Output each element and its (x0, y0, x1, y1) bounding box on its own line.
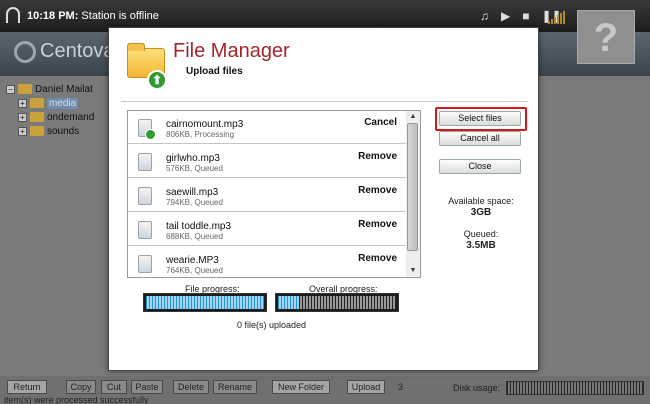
remove-file-button[interactable]: Remove (358, 219, 397, 230)
logo-text: Centova (40, 40, 115, 62)
disk-usage-bar (506, 381, 644, 395)
collapse-icon[interactable]: − (6, 84, 15, 94)
station-status: 10:18 PM: Station is offline (27, 10, 159, 22)
cancel-file-button[interactable]: Cancel (364, 117, 397, 128)
folder-icon (30, 112, 44, 122)
status-message: item(s) were processed successfully (4, 395, 149, 404)
overall-progress-fill (278, 296, 300, 309)
paste-button[interactable]: Paste (131, 380, 163, 394)
file-meta: 764KB, Queued (166, 266, 223, 275)
folder-icon (18, 84, 32, 94)
new-folder-button[interactable]: New Folder (272, 380, 330, 394)
file-icon (138, 153, 152, 171)
music-note-icon[interactable]: ♫ (480, 9, 489, 23)
file-manager-dialog: ⬆ File Manager Upload files cairnomount.… (108, 27, 539, 371)
available-space-amount: 3GB (470, 207, 492, 218)
expand-icon[interactable]: + (18, 98, 27, 108)
dialog-subtitle: Upload files (186, 66, 243, 77)
tree-item-sounds[interactable]: + sounds (6, 124, 94, 138)
disk-usage-label: Disk usage: (453, 383, 501, 393)
tree-root[interactable]: − Daniel Mailat (6, 82, 94, 96)
overall-progress-bar (275, 293, 399, 312)
file-name: wearie.MP3 (166, 255, 219, 266)
expand-icon[interactable]: + (18, 126, 27, 136)
rename-button[interactable]: Rename (213, 380, 257, 394)
folder-icon (30, 98, 44, 108)
list-item: saewill.mp3 794KB, Queued Remove (128, 179, 407, 212)
app-logo: Centova (14, 40, 115, 63)
close-button[interactable]: Close (439, 159, 521, 174)
queued-label: Queued: (463, 229, 499, 239)
queued-value: 3.5MB (429, 240, 533, 251)
file-tree: − Daniel Mailat + media + ondemand + sou… (6, 82, 94, 138)
upload-arrow-icon: ⬆ (147, 70, 167, 90)
file-name: cairnomount.mp3 (166, 119, 244, 130)
overall-progress-remaining (299, 296, 396, 309)
file-icon (138, 255, 152, 273)
help-icon[interactable]: ? (577, 10, 635, 64)
file-progress-fill (146, 296, 264, 309)
list-item: wearie.MP3 764KB, Queued Remove (128, 247, 407, 277)
list-item: girlwho.mp3 576KB, Queued Remove (128, 145, 407, 178)
file-meta: 688KB, Queued (166, 232, 223, 241)
header-divider (121, 101, 528, 102)
dialog-title: File Manager (173, 40, 290, 62)
uploaded-count: 0 file(s) uploaded (237, 320, 307, 330)
file-meta: 794KB, Queued (166, 198, 223, 207)
file-icon (138, 221, 152, 239)
play-icon[interactable]: ▶ (501, 9, 510, 23)
folder-icon (30, 126, 44, 136)
station-status-text: Station is offline (81, 10, 159, 22)
file-meta: 806KB, Processing (166, 130, 235, 139)
clock-time: 10:18 PM: (27, 10, 79, 22)
file-name: saewill.mp3 (166, 187, 219, 198)
scroll-down-icon[interactable]: ▼ (406, 265, 420, 277)
file-name: girlwho.mp3 (166, 153, 220, 164)
copy-button[interactable]: Copy (66, 380, 96, 394)
headphones-icon (6, 7, 20, 23)
tree-item-media[interactable]: + media (6, 96, 94, 110)
available-space-label: Available space: (448, 196, 514, 206)
remove-file-button[interactable]: Remove (358, 185, 397, 196)
list-scrollbar[interactable]: ▲ ▼ (406, 110, 421, 278)
list-item: tail toddle.mp3 688KB, Queued Remove (128, 213, 407, 246)
available-space-value: 3GB (429, 207, 533, 218)
scroll-up-icon[interactable]: ▲ (406, 111, 420, 123)
file-icon (138, 187, 152, 205)
cancel-all-button[interactable]: Cancel all (439, 131, 521, 146)
cut-button[interactable]: Cut (101, 380, 127, 394)
list-item: cairnomount.mp3 806KB, Processing Cancel (128, 111, 407, 144)
file-name: tail toddle.mp3 (166, 221, 232, 232)
queued-amount: 3.5MB (466, 240, 496, 251)
upload-queue-list[interactable]: cairnomount.mp3 806KB, Processing Cancel… (127, 110, 421, 278)
upload-count: 3 (398, 382, 404, 392)
stop-icon[interactable]: ■ (522, 9, 529, 23)
signal-strength-icon (548, 11, 565, 24)
uploading-file-icon (138, 119, 156, 140)
tree-item-label: ondemand (47, 111, 95, 123)
scrollbar-thumb[interactable] (407, 123, 418, 251)
tree-item-label: media (47, 97, 79, 109)
file-progress-bar (143, 293, 267, 312)
select-files-button[interactable]: Select files (439, 111, 521, 126)
upload-button[interactable]: Upload (347, 380, 385, 394)
file-meta: 576KB, Queued (166, 164, 223, 173)
tree-item-label: sounds (47, 125, 80, 137)
tree-root-label: Daniel Mailat (35, 83, 93, 95)
expand-icon[interactable]: + (18, 112, 27, 122)
return-button[interactable]: Return (7, 380, 47, 394)
remove-file-button[interactable]: Remove (358, 253, 397, 264)
logo-ring-icon (14, 40, 36, 63)
tree-item-ondemand[interactable]: + ondemand (6, 110, 94, 124)
delete-button[interactable]: Delete (173, 380, 209, 394)
remove-file-button[interactable]: Remove (358, 151, 397, 162)
